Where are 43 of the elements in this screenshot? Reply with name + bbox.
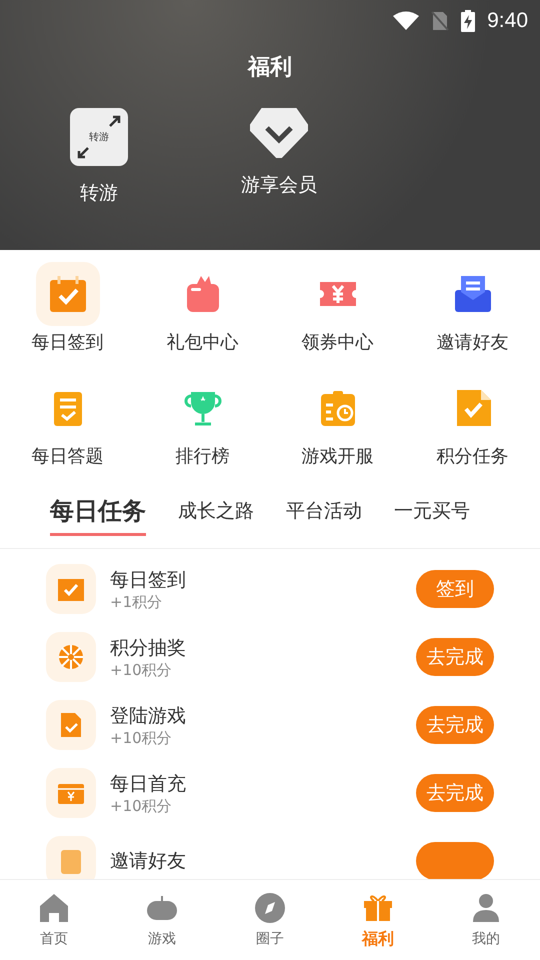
task-reward: +10积分 (110, 796, 173, 816)
battery-charging-icon (461, 10, 476, 32)
task-title: 登陆游戏 (110, 704, 187, 728)
status-time: 9:40 (487, 9, 528, 33)
nav-item[interactable]: 圈子 (216, 880, 324, 960)
shortcut-label: 转游 (80, 181, 118, 206)
wheel-icon (58, 644, 84, 670)
wifi-icon (393, 11, 420, 31)
task-title: 每日首充 (110, 772, 187, 796)
no-sim-icon (431, 11, 450, 31)
task-title: 邀请好友 (110, 849, 187, 874)
task-title: 积分抽奖 (110, 636, 187, 660)
feature-item[interactable]: 每日签到 (0, 262, 135, 354)
tab[interactable]: 一元买号 (394, 498, 470, 532)
feature-item[interactable]: 游戏开服 (270, 376, 405, 468)
task-reward: +10积分 (110, 660, 173, 680)
feature-item[interactable]: 排行榜 (135, 376, 270, 468)
feature-item[interactable]: 礼包中心 (135, 262, 270, 354)
task-button[interactable] (416, 842, 494, 879)
user-icon (470, 892, 502, 924)
tab[interactable]: 平台活动 (286, 498, 362, 532)
calendar-check-icon (48, 274, 88, 314)
compass-icon (254, 892, 286, 924)
tab[interactable]: 每日任务 (50, 494, 146, 536)
task-reward: +1积分 (110, 592, 164, 612)
nav-item[interactable]: 我的 (432, 880, 540, 960)
shortcut-label: 游享会员 (241, 173, 317, 198)
page-title: 福利 (246, 54, 293, 82)
envelope-icon (452, 274, 492, 314)
swap-icon[interactable]: 转游 (70, 108, 128, 166)
calendar-check-icon (58, 576, 84, 602)
diamond-icon[interactable] (250, 108, 308, 158)
document-check-icon (58, 712, 84, 738)
nav-item[interactable]: 游戏 (108, 880, 216, 960)
feature-item[interactable]: 邀请好友 (405, 262, 540, 354)
task-reward: +10积分 (110, 728, 173, 748)
home-icon (38, 892, 70, 924)
feature-item[interactable]: 每日答题 (0, 376, 135, 468)
feature-item[interactable]: 领券中心 (270, 262, 405, 354)
nav-item[interactable]: 首页 (0, 880, 108, 960)
tab[interactable]: 成长之路 (178, 498, 254, 532)
task-title: 每日签到 (110, 568, 187, 592)
feature-item[interactable]: 积分任务 (405, 376, 540, 468)
